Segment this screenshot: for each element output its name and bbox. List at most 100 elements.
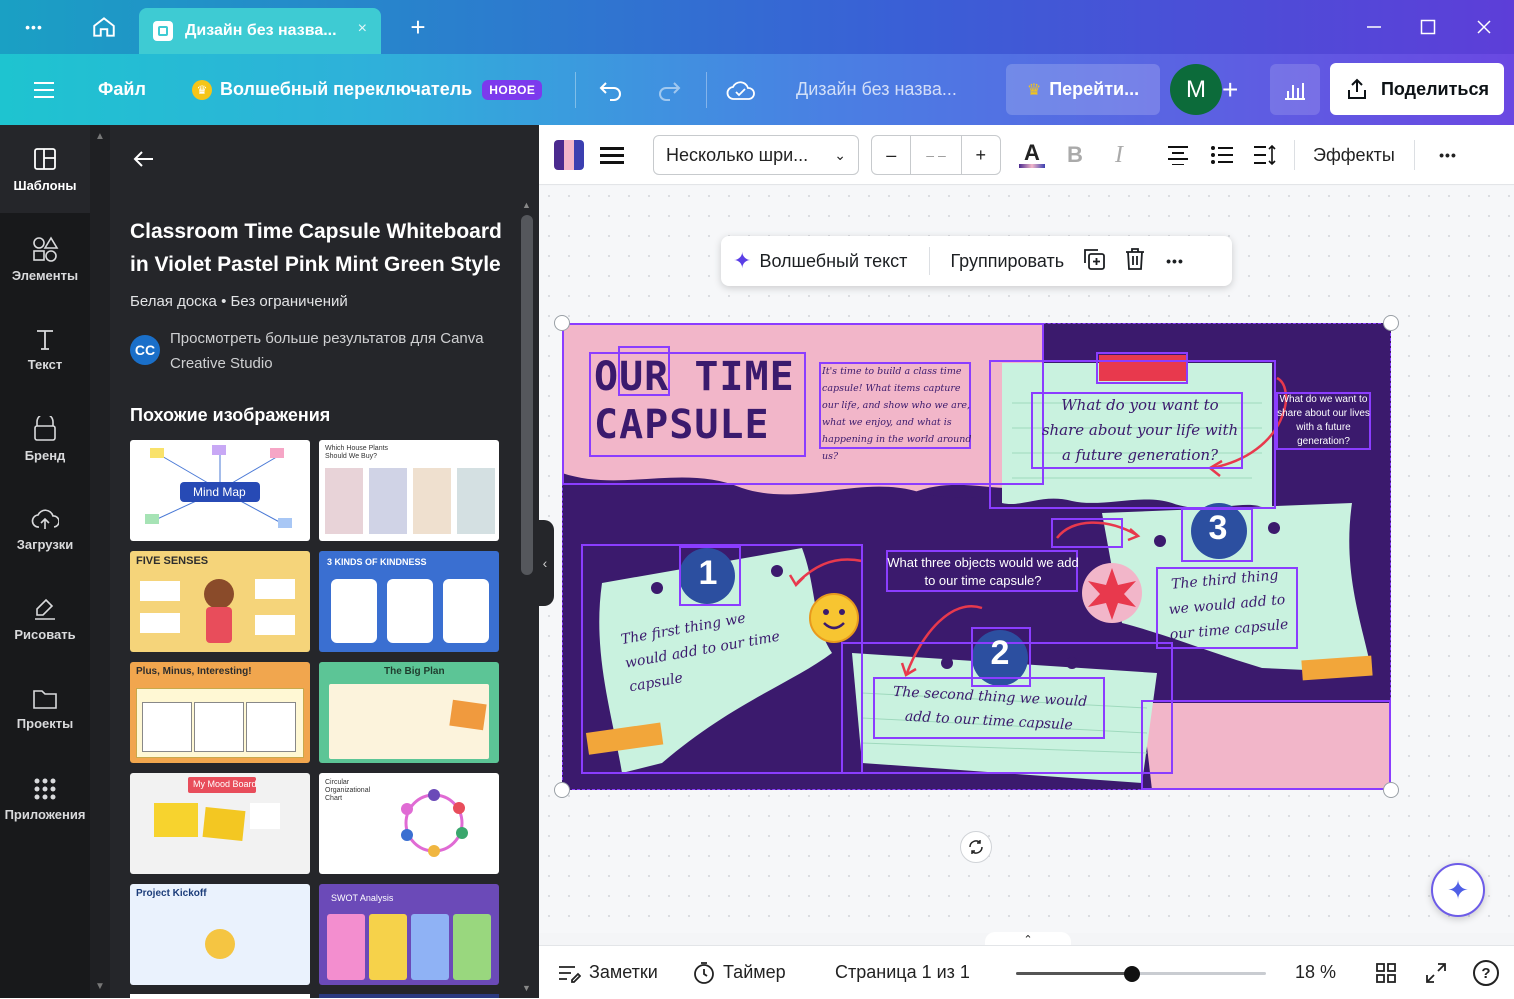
number-two[interactable]: 2 (972, 634, 1028, 673)
tab-close-icon[interactable]: × (358, 20, 367, 38)
list-icon[interactable] (1209, 125, 1235, 185)
rail-item-text[interactable]: Текст (0, 305, 90, 393)
zoom-value[interactable]: 18 % (1295, 946, 1336, 999)
magic-text-button[interactable]: Волшебный текст (759, 251, 907, 272)
expand-pages-chevron-icon[interactable]: ⌃ (985, 932, 1071, 946)
side-rail: Шаблоны Элементы Текст Бренд Загрузки Ри… (0, 125, 90, 998)
chevron-down-icon: ⌄ (834, 146, 846, 163)
font-size-stepper[interactable]: – – – + (871, 135, 1001, 175)
window-close-icon[interactable] (1462, 0, 1506, 54)
scroll-up-arrow-icon[interactable]: ▲ (522, 200, 531, 210)
menu-dots-icon[interactable]: ••• (14, 0, 54, 54)
rail-item-draw[interactable]: Рисовать (0, 575, 90, 663)
thumb-big-plan[interactable]: The Big Plan (319, 662, 499, 763)
thumb-kindness[interactable]: 3 KINDS OF KINDNESS (319, 551, 499, 652)
number-one[interactable]: 1 (680, 554, 736, 593)
resize-handle[interactable] (1383, 315, 1399, 331)
trash-icon[interactable] (1124, 247, 1146, 276)
rail-label: Элементы (11, 267, 79, 283)
magic-assistant-sparkle-icon[interactable]: ✦ (1431, 863, 1485, 917)
home-icon[interactable] (84, 0, 124, 54)
effects-button[interactable]: Эффекты (1313, 125, 1395, 185)
add-collaborator-icon[interactable]: + (1222, 54, 1238, 125)
group-button[interactable]: Группировать (950, 251, 1064, 272)
zoom-slider-thumb[interactable] (1124, 966, 1140, 982)
resize-handle[interactable] (554, 315, 570, 331)
redo-icon[interactable] (656, 54, 682, 125)
cloud-saved-icon[interactable] (726, 54, 756, 125)
italic-button[interactable]: I (1107, 125, 1131, 185)
text-third-thing[interactable]: The third thing we would add to our time… (1159, 562, 1295, 648)
rail-item-projects[interactable]: Проекты (0, 665, 90, 753)
share-icon (1347, 78, 1366, 99)
font-size-input[interactable]: – – (911, 147, 960, 163)
hamburger-icon[interactable] (32, 54, 56, 125)
rail-item-uploads[interactable]: Загрузки (0, 485, 90, 573)
thumb-mood-board[interactable]: My Mood Board (130, 773, 310, 874)
scroll-up-arrow-icon[interactable]: ▲ (95, 131, 105, 142)
rail-item-templates[interactable]: Шаблоны (0, 125, 90, 213)
scroll-down-arrow-icon[interactable]: ▼ (95, 981, 105, 992)
resize-handle[interactable] (1383, 782, 1399, 798)
design-title[interactable]: OUR TIME CAPSULE (594, 353, 814, 449)
notes-button[interactable]: Заметки (557, 946, 658, 999)
design-title[interactable]: Дизайн без назва... (796, 54, 957, 125)
question-top[interactable]: What do you want to share about your lif… (1040, 393, 1240, 468)
scroll-down-arrow-icon[interactable]: ▼ (522, 983, 531, 993)
upgrade-button[interactable]: ♛ Перейти... (1006, 64, 1160, 115)
share-button[interactable]: Поделиться (1330, 63, 1504, 115)
collapse-panel-handle[interactable]: ‹ (536, 520, 554, 606)
more-options-icon[interactable]: ••• (1433, 125, 1463, 185)
help-icon[interactable]: ? (1473, 960, 1499, 986)
maximize-icon[interactable] (1406, 0, 1450, 54)
question-side[interactable]: What do we want to share about our lives… (1277, 393, 1370, 449)
swot-column (453, 914, 491, 980)
decrease-size-button[interactable]: – (872, 135, 912, 175)
file-menu[interactable]: Файл (98, 54, 146, 125)
thumb-mind-map[interactable]: Mind Map (130, 440, 310, 541)
creator-avatar[interactable]: CC (130, 335, 160, 365)
line-spacing-icon[interactable] (1251, 125, 1277, 185)
zoom-slider-track[interactable] (1016, 972, 1266, 975)
rail-item-apps[interactable]: Приложения (0, 755, 90, 843)
creator-link[interactable]: Просмотреть больше результатов для Canva… (170, 326, 490, 376)
thumb-org-chart[interactable]: Circular Organizational Chart (319, 773, 499, 874)
increase-size-button[interactable]: + (960, 135, 1000, 175)
rail-item-brand[interactable]: Бренд (0, 395, 90, 483)
whiteboard-design[interactable]: OUR TIME CAPSULE It's time to build a cl… (562, 323, 1391, 790)
color-swatch-button[interactable] (553, 125, 585, 185)
duplicate-icon[interactable] (1082, 247, 1106, 276)
minimize-icon[interactable] (1352, 0, 1396, 54)
page-indicator[interactable]: Страница 1 из 1 (835, 946, 970, 999)
thumb-swot[interactable]: SWOT Analysis (319, 884, 499, 985)
intro-text[interactable]: It's time to build a class time capsule!… (822, 363, 972, 465)
more-options-icon[interactable]: ••• (1166, 253, 1184, 269)
thumb-house-plants[interactable]: Which House Plants Should We Buy? (319, 440, 499, 541)
bold-button[interactable]: B (1063, 125, 1087, 185)
new-tab-button[interactable]: + (398, 0, 438, 54)
avatar[interactable]: M (1170, 64, 1222, 115)
rail-item-elements[interactable]: Элементы (0, 215, 90, 303)
resize-handle[interactable] (554, 782, 570, 798)
thumb-project-kickoff[interactable]: Project Kickoff (130, 884, 310, 985)
back-arrow-icon[interactable] (132, 147, 156, 176)
font-family-select[interactable]: Несколько шри... ⌄ (653, 135, 859, 175)
card (255, 615, 295, 635)
timer-button[interactable]: Таймер (693, 946, 786, 999)
fullscreen-icon[interactable] (1425, 946, 1447, 999)
grid-view-icon[interactable] (1375, 946, 1397, 999)
number-three[interactable]: 3 (1190, 509, 1246, 548)
thumb-five-senses[interactable]: FIVE SENSES (130, 551, 310, 652)
align-center-icon[interactable] (1165, 125, 1191, 185)
thumb-plus-minus[interactable]: Plus, Minus, Interesting! (130, 662, 310, 763)
rotate-icon[interactable] (960, 831, 992, 863)
question-mid[interactable]: What three objects would we add to our t… (887, 554, 1079, 590)
panel-scrollbar-thumb[interactable] (521, 215, 533, 575)
line-weight-icon[interactable] (597, 125, 627, 185)
analytics-icon[interactable] (1270, 64, 1320, 115)
panel-scrollbar-left[interactable] (90, 125, 110, 998)
tab-active[interactable]: Дизайн без назва... × (139, 8, 381, 54)
magic-switch-button[interactable]: ♛ Волшебный переключатель НОВОЕ (192, 54, 543, 125)
text-color-icon[interactable]: A (1017, 125, 1047, 185)
undo-icon[interactable] (598, 54, 624, 125)
